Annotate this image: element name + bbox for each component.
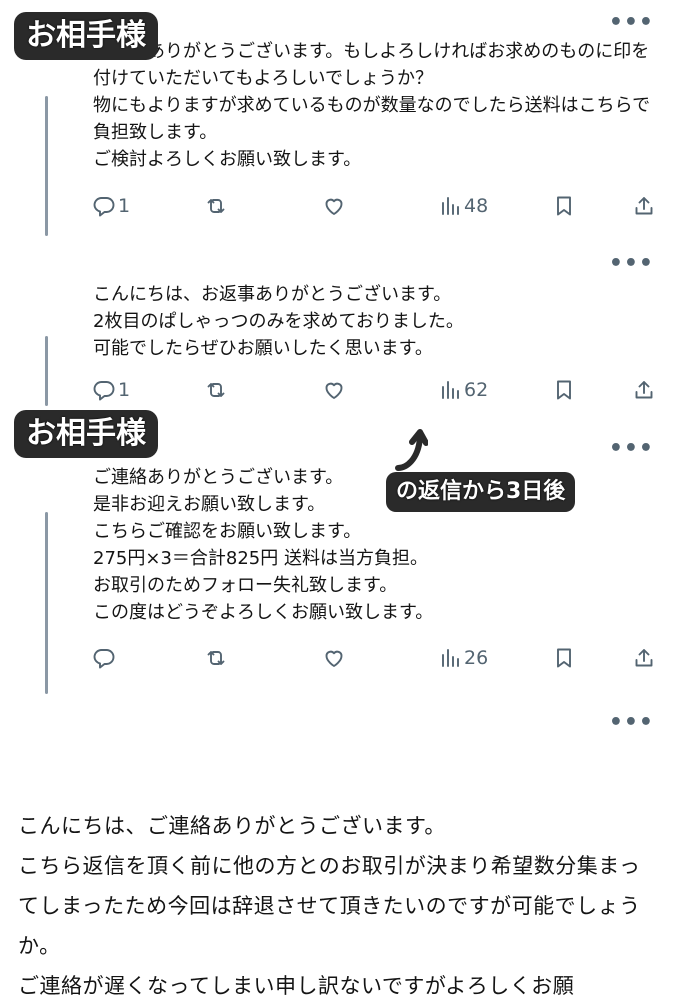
views-icon bbox=[442, 197, 459, 215]
post-text: こんにちは、ご連絡ありがとうございます。 こちら返信を頂く前に他の方とのお取引が… bbox=[18, 814, 641, 998]
time-note: の返信から3日後 bbox=[386, 472, 576, 512]
more-icon[interactable]: ••• bbox=[609, 438, 654, 460]
share-icon bbox=[635, 649, 653, 667]
share-button[interactable] bbox=[632, 378, 656, 402]
views-button[interactable]: 26 bbox=[438, 646, 488, 670]
like-icon bbox=[325, 198, 343, 215]
reply-count: 1 bbox=[118, 379, 131, 401]
post-actions: 26 bbox=[90, 646, 654, 672]
retweet-icon bbox=[207, 383, 225, 397]
retweet-icon bbox=[207, 651, 225, 665]
post-actions: 1 48 bbox=[90, 194, 654, 220]
arrow-icon bbox=[395, 429, 428, 471]
partner-badge: お相手様 bbox=[14, 12, 158, 60]
view-count: 26 bbox=[464, 647, 489, 669]
thread-line bbox=[45, 336, 48, 406]
like-icon bbox=[325, 382, 343, 399]
like-button[interactable] bbox=[322, 194, 346, 218]
reply-icon bbox=[93, 649, 115, 669]
retweet-button[interactable] bbox=[204, 646, 228, 670]
view-count: 48 bbox=[464, 195, 489, 217]
partner-badge: お相手様 bbox=[14, 410, 158, 458]
retweet-button[interactable] bbox=[204, 378, 228, 402]
bookmark-button[interactable] bbox=[552, 378, 576, 402]
thread-line bbox=[45, 512, 48, 694]
bookmark-icon bbox=[557, 196, 571, 216]
reply-count: 1 bbox=[118, 195, 131, 217]
share-button[interactable] bbox=[632, 646, 656, 670]
retweet-icon bbox=[207, 199, 225, 213]
views-icon bbox=[442, 649, 459, 667]
post-actions: 1 62 bbox=[90, 378, 654, 404]
share-button[interactable] bbox=[632, 194, 656, 218]
thread-line bbox=[45, 96, 48, 236]
views-button[interactable]: 48 bbox=[438, 194, 488, 218]
view-count: 62 bbox=[464, 379, 489, 401]
like-icon bbox=[325, 650, 343, 667]
like-button[interactable] bbox=[322, 378, 346, 402]
bookmark-icon bbox=[557, 380, 571, 400]
bookmark-button[interactable] bbox=[552, 194, 576, 218]
views-button[interactable]: 62 bbox=[438, 378, 488, 402]
post-text: ご連絡ありがとうございます。もしよろしければお求めのものに印を付けていただいても… bbox=[93, 41, 651, 170]
reply-icon bbox=[93, 381, 115, 401]
more-icon[interactable]: ••• bbox=[609, 712, 654, 734]
bookmark-button[interactable] bbox=[552, 646, 576, 670]
reply-button[interactable] bbox=[92, 646, 118, 670]
more-icon[interactable]: ••• bbox=[609, 253, 654, 275]
share-icon bbox=[635, 197, 653, 215]
reply-icon bbox=[93, 197, 115, 217]
post-text: こんにちは、お返事ありがとうございます。 2枚目のぱしゃっつのみを求めておりまし… bbox=[93, 284, 464, 359]
retweet-button[interactable] bbox=[204, 194, 228, 218]
share-icon bbox=[635, 381, 653, 399]
bookmark-icon bbox=[557, 648, 571, 668]
like-button[interactable] bbox=[322, 646, 346, 670]
more-icon[interactable]: ••• bbox=[609, 12, 654, 34]
reply-button[interactable]: 1 bbox=[92, 378, 130, 402]
views-icon bbox=[442, 381, 459, 399]
reply-button[interactable]: 1 bbox=[92, 194, 130, 218]
